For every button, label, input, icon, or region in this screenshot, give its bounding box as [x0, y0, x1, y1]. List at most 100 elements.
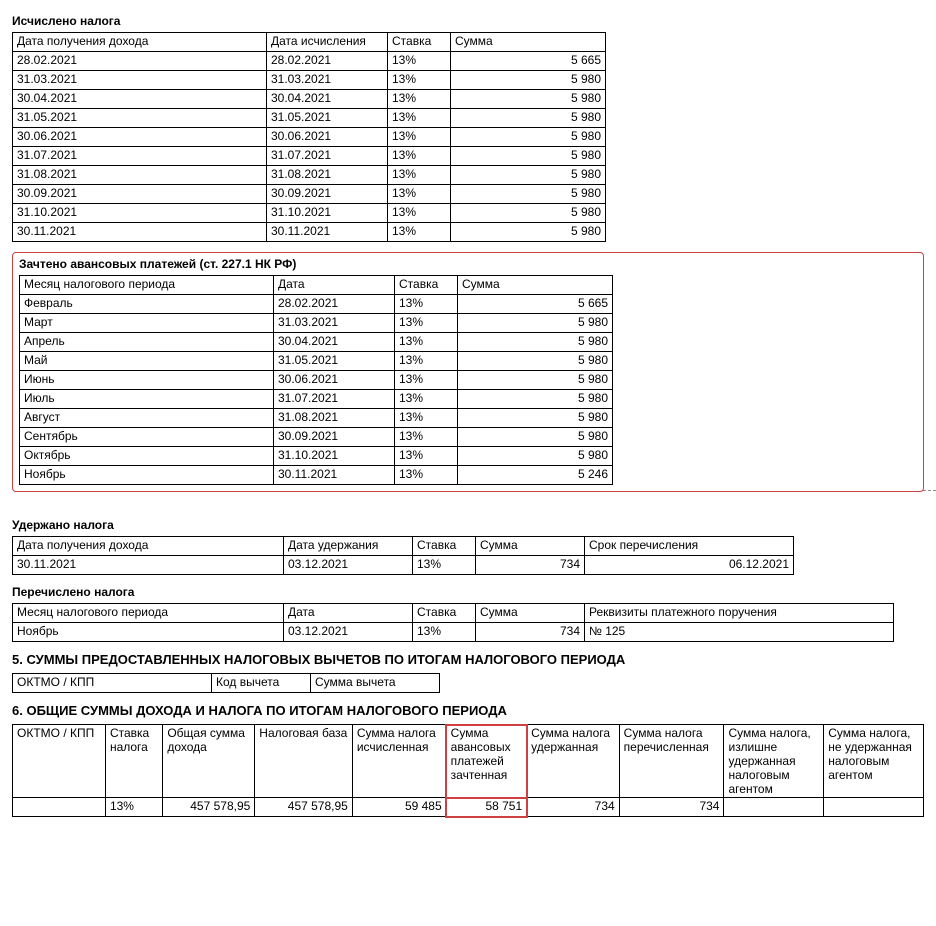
table-cell: 28.02.2021	[267, 52, 388, 71]
section6-title: 6. ОБЩИЕ СУММЫ ДОХОДА И НАЛОГА ПО ИТОГАМ…	[12, 703, 924, 718]
table-cell	[824, 798, 924, 817]
tax-withheld-title: Удержано налога	[12, 518, 924, 532]
table-cell: 30.06.2021	[274, 371, 395, 390]
column-header: Сумма налога, не удержанная налоговым аг…	[824, 725, 924, 798]
table-cell: 31.05.2021	[274, 352, 395, 371]
table-cell: 13%	[395, 409, 458, 428]
table-cell	[724, 798, 824, 817]
table-cell: 30.06.2021	[13, 128, 267, 147]
table-cell: Август	[20, 409, 274, 428]
column-header: Ставка	[413, 537, 476, 556]
table-cell: Май	[20, 352, 274, 371]
table-cell: 31.03.2021	[274, 314, 395, 333]
table-row: Март31.03.202113%5 980	[20, 314, 613, 333]
tax-transferred-title: Перечислено налога	[12, 585, 924, 599]
table-cell: 30.09.2021	[274, 428, 395, 447]
column-header: Дата получения дохода	[13, 33, 267, 52]
tax-calculated-title: Исчислено налога	[12, 14, 924, 28]
column-header: Дата	[284, 604, 413, 623]
table-row: 31.05.202131.05.202113%5 980	[13, 109, 606, 128]
table-cell: Ноябрь	[20, 466, 274, 485]
table-cell: 31.10.2021	[13, 204, 267, 223]
column-header: Месяц налогового периода	[13, 604, 284, 623]
table-row: 31.07.202131.07.202113%5 980	[13, 147, 606, 166]
table-cell: 5 980	[458, 352, 613, 371]
table-cell: 13%	[395, 428, 458, 447]
column-header: Сумма налога исчисленная	[352, 725, 446, 798]
column-header: Дата	[274, 276, 395, 295]
column-header: Сумма налога удержанная	[527, 725, 620, 798]
table-cell: 30.06.2021	[267, 128, 388, 147]
table-row: Август31.08.202113%5 980	[20, 409, 613, 428]
table-cell: 30.04.2021	[267, 90, 388, 109]
table-cell: 5 980	[451, 71, 606, 90]
tax-transferred-table: Месяц налогового периодаДатаСтавкаСуммаР…	[12, 603, 894, 642]
table-cell: 03.12.2021	[284, 556, 413, 575]
table-row: 30.11.202103.12.202113%73406.12.2021	[13, 556, 794, 575]
table-row: Апрель30.04.202113%5 980	[20, 333, 613, 352]
column-header: Месяц налогового периода	[20, 276, 274, 295]
table-cell: Ноябрь	[13, 623, 284, 642]
table-cell: 13%	[413, 623, 476, 642]
column-header: Сумма вычета	[311, 674, 440, 693]
table-cell: 30.04.2021	[13, 90, 267, 109]
table-row: 31.10.202131.10.202113%5 980	[13, 204, 606, 223]
table-cell: 31.07.2021	[274, 390, 395, 409]
table-row: 28.02.202128.02.202113%5 665	[13, 52, 606, 71]
table-row: 31.03.202131.03.202113%5 980	[13, 71, 606, 90]
column-header: Сумма	[476, 604, 585, 623]
table-cell: 13%	[388, 204, 451, 223]
table-cell: 5 980	[458, 371, 613, 390]
column-header: Сумма	[476, 537, 585, 556]
table-cell: 30.09.2021	[267, 185, 388, 204]
table-cell: 31.07.2021	[13, 147, 267, 166]
table-cell: 31.05.2021	[267, 109, 388, 128]
table-cell: 5 665	[458, 295, 613, 314]
table-cell: 28.02.2021	[13, 52, 267, 71]
table-cell: 06.12.2021	[585, 556, 794, 575]
table-cell: 13%	[388, 52, 451, 71]
table-cell: 31.05.2021	[13, 109, 267, 128]
table-row: Май31.05.202113%5 980	[20, 352, 613, 371]
table-cell: Апрель	[20, 333, 274, 352]
table-cell: 13%	[388, 223, 451, 242]
column-header: Ставка	[413, 604, 476, 623]
table-cell: 13%	[105, 798, 162, 817]
tax-calculated-table: Дата получения доходаДата исчисленияСтав…	[12, 32, 606, 242]
table-cell: 13%	[413, 556, 476, 575]
column-header: Общая сумма дохода	[163, 725, 255, 798]
table-cell: 13%	[395, 314, 458, 333]
table-cell: 30.11.2021	[13, 223, 267, 242]
table-cell: 5 665	[451, 52, 606, 71]
table-cell: 5 980	[451, 147, 606, 166]
table-row: 13%457 578,95457 578,9559 48558 75173473…	[13, 798, 924, 817]
column-header: Код вычета	[212, 674, 311, 693]
table-row: Февраль28.02.202113%5 665	[20, 295, 613, 314]
table-cell: 30.04.2021	[274, 333, 395, 352]
table-row: 30.11.202130.11.202113%5 980	[13, 223, 606, 242]
table-cell: 734	[619, 798, 724, 817]
table-cell: Июль	[20, 390, 274, 409]
column-header: Ставка налога	[105, 725, 162, 798]
table-cell: 13%	[388, 90, 451, 109]
table-row: Ноябрь03.12.202113%734№ 125	[13, 623, 894, 642]
table-cell: 30.11.2021	[13, 556, 284, 575]
table-row: Июнь30.06.202113%5 980	[20, 371, 613, 390]
table-cell: 5 980	[451, 128, 606, 147]
table-cell: 31.03.2021	[267, 71, 388, 90]
tax-withheld-table: Дата получения доходаДата удержанияСтавк…	[12, 536, 794, 575]
table-cell: 31.10.2021	[274, 447, 395, 466]
table-cell: 58 751	[446, 798, 526, 817]
table-cell: 31.08.2021	[267, 166, 388, 185]
table-cell: 5 980	[451, 166, 606, 185]
table-cell: 31.07.2021	[267, 147, 388, 166]
column-header: Сумма налога, излишне удержанная налогов…	[724, 725, 824, 798]
table-cell: 13%	[395, 295, 458, 314]
table-row: Июль31.07.202113%5 980	[20, 390, 613, 409]
column-header: Сумма налога перечисленная	[619, 725, 724, 798]
table-cell: Февраль	[20, 295, 274, 314]
table-cell: 5 980	[458, 314, 613, 333]
column-header: Сумма	[458, 276, 613, 295]
table-cell: 03.12.2021	[284, 623, 413, 642]
table-cell: № 125	[585, 623, 894, 642]
